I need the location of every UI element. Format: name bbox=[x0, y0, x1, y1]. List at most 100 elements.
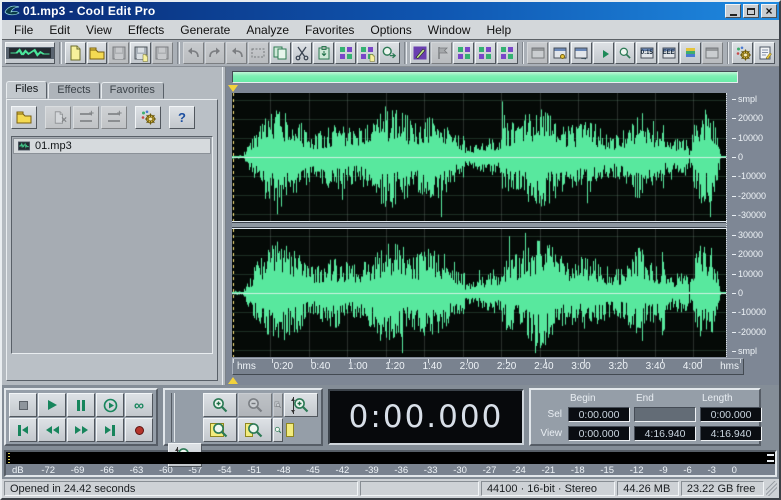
cut-button[interactable] bbox=[292, 42, 313, 64]
effect-grid-1-button[interactable] bbox=[453, 42, 474, 64]
insert-into-multitrack-button[interactable] bbox=[73, 106, 99, 129]
effect-grid-2-button[interactable] bbox=[475, 42, 496, 64]
save-button[interactable] bbox=[108, 42, 129, 64]
cursor-marker-bottom-icon[interactable] bbox=[228, 377, 238, 384]
stop-button[interactable] bbox=[9, 393, 37, 417]
fast-forward-button[interactable] bbox=[67, 418, 95, 442]
panel-tabs: Files Effects Favorites bbox=[6, 82, 218, 99]
close-button[interactable] bbox=[761, 4, 777, 18]
menu-item[interactable]: Window bbox=[420, 21, 479, 39]
zoom-full-button[interactable] bbox=[273, 393, 283, 417]
paste-to-new-button[interactable] bbox=[357, 42, 378, 64]
zoom-out-button[interactable] bbox=[238, 393, 272, 417]
copy-button[interactable] bbox=[270, 42, 291, 64]
close-file-button[interactable] bbox=[45, 106, 71, 129]
window-blank-button[interactable] bbox=[702, 42, 723, 64]
zoom-to-selection-button[interactable] bbox=[203, 418, 237, 442]
sel-begin-field[interactable]: 0:00.000 bbox=[568, 407, 630, 422]
window-export-button[interactable] bbox=[571, 42, 592, 64]
zoom-to-right-edge-button[interactable] bbox=[273, 418, 283, 442]
menu-item[interactable]: Edit bbox=[41, 21, 78, 39]
find-button[interactable] bbox=[379, 42, 400, 64]
menu-item[interactable]: Analyze bbox=[238, 21, 297, 39]
rewind-button[interactable] bbox=[38, 418, 66, 442]
waveform-channel-left[interactable] bbox=[232, 93, 726, 221]
zoom-to-left-edge-button[interactable] bbox=[238, 418, 272, 442]
menu-item[interactable]: Favorites bbox=[297, 21, 362, 39]
tab-favorites[interactable]: Favorites bbox=[101, 82, 164, 99]
window-organize-button[interactable] bbox=[527, 42, 548, 64]
window-zoom-button[interactable] bbox=[615, 42, 636, 64]
view-row-label: View bbox=[534, 428, 564, 439]
repeat-last-button[interactable] bbox=[226, 42, 247, 64]
menu-item[interactable]: Help bbox=[478, 21, 519, 39]
new-file-button[interactable] bbox=[65, 42, 86, 64]
scatter-settings-button[interactable] bbox=[732, 42, 753, 64]
record-button[interactable] bbox=[125, 418, 153, 442]
file-list[interactable]: 01.mp3 bbox=[11, 136, 213, 354]
draw-tool-button[interactable] bbox=[410, 42, 431, 64]
window-title: 01.mp3 - Cool Edit Pro bbox=[23, 4, 725, 18]
minimize-button[interactable] bbox=[725, 4, 741, 18]
window-clock-button[interactable] bbox=[549, 42, 570, 64]
maximize-button[interactable] bbox=[743, 4, 759, 18]
go-to-end-button[interactable] bbox=[96, 418, 124, 442]
menu-item[interactable]: Effects bbox=[120, 21, 172, 39]
save-as-button[interactable] bbox=[130, 42, 151, 64]
mix-paste-button[interactable] bbox=[335, 42, 356, 64]
insert-file-multitrack-button[interactable] bbox=[101, 106, 127, 129]
effect-grid-3-button[interactable] bbox=[497, 42, 518, 64]
time-tick-label: hms bbox=[237, 361, 256, 372]
redo-button[interactable] bbox=[205, 42, 226, 64]
time-display[interactable]: 0:00.000 bbox=[328, 389, 524, 445]
menu-item[interactable]: Generate bbox=[172, 21, 238, 39]
resize-grip[interactable] bbox=[766, 481, 777, 496]
sel-end-field[interactable] bbox=[634, 407, 696, 422]
file-list-item[interactable]: 01.mp3 bbox=[13, 138, 211, 154]
meter-tick-label: -72 bbox=[41, 465, 55, 476]
time-tick-label: 1:40 bbox=[422, 361, 441, 372]
vertical-zoom-in-button[interactable] bbox=[284, 393, 318, 417]
open-folder-button[interactable] bbox=[11, 106, 37, 129]
open-file-button[interactable] bbox=[87, 42, 108, 64]
pause-button[interactable] bbox=[67, 393, 95, 417]
zoom-in-button[interactable] bbox=[203, 393, 237, 417]
channel-divider[interactable] bbox=[232, 221, 726, 229]
amplitude-ruler[interactable]: smpl20000100000-10000-20000-30000 300002… bbox=[726, 93, 772, 357]
paste-button[interactable] bbox=[313, 42, 334, 64]
help-button[interactable] bbox=[169, 106, 195, 129]
scripts-notepad-button[interactable] bbox=[754, 42, 775, 64]
play-button[interactable] bbox=[38, 393, 66, 417]
overview-bar[interactable] bbox=[232, 71, 738, 83]
tab-files[interactable]: Files bbox=[6, 81, 47, 99]
window-palette-button[interactable] bbox=[680, 42, 701, 64]
menu-item[interactable]: View bbox=[78, 21, 120, 39]
menu-item[interactable]: Options bbox=[362, 21, 419, 39]
window-frames-button[interactable]: EEE bbox=[658, 42, 679, 64]
time-ruler[interactable]: hms0:200:401:001:201:402:002:202:403:003… bbox=[232, 358, 744, 375]
list-options-button[interactable] bbox=[135, 106, 161, 129]
view-length-field[interactable]: 4:16.940 bbox=[700, 426, 762, 441]
window-time-button[interactable]: 0:15 bbox=[636, 42, 657, 64]
tab-effects[interactable]: Effects bbox=[48, 82, 99, 99]
undo-button[interactable] bbox=[183, 42, 204, 64]
status-bar: Opened in 24.42 seconds 44100 · 16-bit ·… bbox=[2, 479, 779, 498]
level-meter[interactable]: dB -72-69-66-63-60-57-54-51-48-45-42-39-… bbox=[4, 450, 777, 477]
save-all-button[interactable] bbox=[152, 42, 173, 64]
window-play-button[interactable] bbox=[593, 42, 614, 64]
meter-tick-label: -69 bbox=[71, 465, 85, 476]
time-tick-label: 3:20 bbox=[608, 361, 627, 372]
go-to-beginning-button[interactable] bbox=[9, 418, 37, 442]
view-begin-field[interactable]: 0:00.000 bbox=[568, 426, 630, 441]
trim-button[interactable] bbox=[248, 42, 269, 64]
waveform-multitrack-toggle-button[interactable] bbox=[5, 42, 55, 64]
flag-button[interactable] bbox=[431, 42, 452, 64]
play-looped-button[interactable] bbox=[96, 393, 124, 417]
waveform-channel-right[interactable] bbox=[232, 229, 726, 357]
cursor-marker-top-icon[interactable] bbox=[228, 85, 238, 92]
menu-item[interactable]: File bbox=[6, 21, 41, 39]
loop-button[interactable] bbox=[125, 393, 153, 417]
view-end-field[interactable]: 4:16.940 bbox=[634, 426, 696, 441]
sel-length-field[interactable]: 0:00.000 bbox=[700, 407, 762, 422]
meter-tick-label: -42 bbox=[336, 465, 350, 476]
